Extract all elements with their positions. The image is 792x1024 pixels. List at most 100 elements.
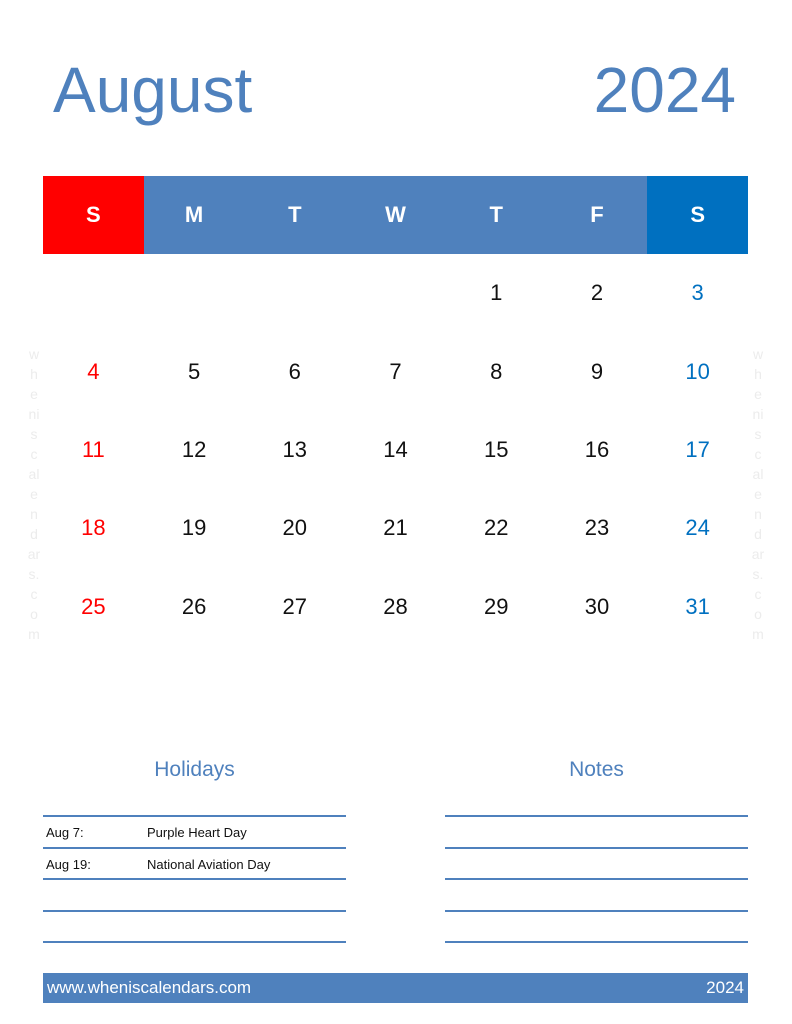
watermark-letter: w (752, 346, 764, 362)
notes-title: Notes (569, 758, 624, 781)
day-cell: 13 (282, 436, 308, 462)
day-cell: 28 (383, 593, 408, 619)
year-title: 2024 (593, 54, 736, 126)
watermark-letter: ar (27, 546, 41, 562)
day-cell: 31 (685, 593, 710, 619)
weekday-wednesday: W (345, 176, 446, 254)
holiday-row-empty (43, 880, 346, 910)
notes-list (445, 815, 748, 943)
day-cell: 4 (87, 358, 100, 384)
weekday-header: S M T W T F S (43, 176, 749, 254)
footer-website[interactable]: www.wheniscalendars.com (43, 978, 255, 998)
day-cell: 10 (685, 358, 710, 384)
day-cell: 22 (483, 515, 509, 541)
weekday-monday: M (143, 176, 245, 254)
footer-bar: www.wheniscalendars.com 2024 (43, 973, 748, 1003)
holidays-list: Aug 7: Purple Heart Day Aug 19: National… (43, 815, 346, 943)
day-cell: 14 (383, 436, 408, 462)
watermark-letter: c (30, 586, 38, 602)
day-cell: 3 (691, 280, 704, 306)
week-row: 4 5 6 7 8 9 10 (43, 332, 748, 410)
week-row: 18 19 20 21 22 23 24 (43, 489, 748, 567)
watermark-letter: s (30, 426, 38, 442)
holiday-date: Aug 19: (46, 856, 91, 872)
watermark-letter: o (30, 606, 38, 622)
watermark-letter: e (754, 386, 762, 402)
month-title: August (53, 54, 253, 126)
watermark-letter: w (28, 346, 40, 362)
watermark-letter: o (754, 606, 762, 622)
watermark-letter: s. (28, 566, 40, 582)
weekday-thursday: T (445, 176, 547, 254)
watermark-letter: s (754, 426, 762, 442)
watermark-letter: m (752, 626, 764, 642)
day-cell: 6 (288, 358, 301, 384)
note-row (445, 849, 748, 879)
day-cell: 25 (81, 593, 106, 619)
watermark-letter: ni (28, 406, 40, 422)
day-cell: 12 (181, 436, 207, 462)
watermark-letter: n (754, 506, 762, 522)
holiday-date: Aug 7: (46, 825, 84, 840)
week-row: 11 12 13 14 15 16 17 (43, 411, 748, 489)
watermark-letter: d (754, 526, 762, 542)
watermark-letter: n (30, 506, 38, 522)
holiday-row-empty (43, 912, 346, 942)
day-cell: 20 (282, 515, 308, 541)
holidays-title: Holidays (154, 758, 235, 781)
watermark-letter: al (28, 466, 40, 482)
day-cell: 21 (383, 515, 408, 541)
day-cell: 30 (584, 593, 610, 619)
day-cell (144, 254, 245, 332)
weekday-tuesday: T (244, 176, 346, 254)
day-cell: 15 (483, 436, 509, 462)
watermark-letter: c (754, 586, 762, 602)
day-cell: 1 (490, 280, 503, 306)
divider-line (43, 941, 346, 943)
weekday-saturday: S (647, 176, 749, 254)
day-cell: 2 (590, 280, 604, 306)
weekday-friday: F (546, 176, 648, 254)
watermark-letter: h (754, 366, 762, 382)
watermark-letter: m (28, 626, 40, 642)
note-row (445, 912, 748, 942)
week-row: 25 26 27 28 29 30 31 (43, 568, 748, 646)
watermark-letter: d (30, 526, 38, 542)
day-cell: 18 (81, 515, 106, 541)
watermark-letter: c (754, 446, 762, 462)
weekday-sunday: S (43, 176, 144, 254)
day-cell: 19 (181, 515, 207, 541)
day-cell: 8 (490, 358, 503, 384)
note-line (445, 941, 748, 943)
note-row (445, 817, 748, 847)
watermark-letter: c (30, 446, 38, 462)
note-row (445, 880, 748, 910)
day-cell: 9 (590, 358, 604, 384)
day-cell (244, 254, 345, 332)
watermark-letter: ar (751, 546, 765, 562)
day-cell: 7 (389, 358, 402, 384)
watermark-letter: e (754, 486, 762, 502)
day-cell: 26 (181, 593, 207, 619)
day-cell: 27 (282, 593, 308, 619)
watermark-letter: e (30, 486, 38, 502)
holiday-row: Aug 19: National Aviation Day (43, 849, 346, 879)
day-cell (345, 254, 446, 332)
day-cell: 17 (685, 436, 710, 462)
day-cell: 5 (187, 358, 201, 384)
holiday-name: National Aviation Day (147, 856, 271, 872)
holiday-row: Aug 7: Purple Heart Day (43, 817, 346, 847)
week-row: 1 2 3 (43, 254, 748, 332)
day-cell: 23 (584, 515, 610, 541)
day-cell (43, 254, 144, 332)
watermark-letter: h (30, 366, 38, 382)
watermark-letter: e (30, 386, 38, 402)
day-cell: 29 (483, 593, 509, 619)
calendar-grid: 1 2 3 4 5 6 7 8 9 10 11 12 13 14 15 16 1… (43, 254, 748, 646)
watermark-left: w h e ni s c al e n d ar s. c o m (24, 344, 44, 644)
watermark-letter: ni (752, 406, 764, 422)
day-cell: 24 (685, 515, 710, 541)
footer-year: 2024 (706, 978, 744, 997)
watermark-letter: s. (752, 566, 764, 582)
day-cell: 16 (584, 436, 610, 462)
